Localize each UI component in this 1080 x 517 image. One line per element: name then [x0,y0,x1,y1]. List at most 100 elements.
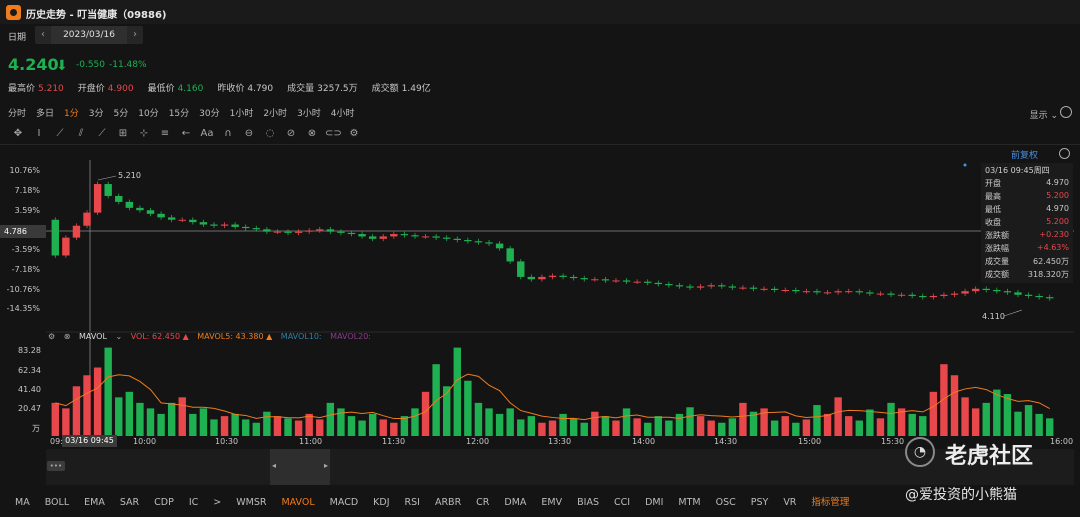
volume-bar [474,402,483,436]
volume-bar [72,386,81,436]
measure-icon[interactable]: ⊞ [115,127,131,141]
display-menu[interactable]: 显示 ⌄ [1030,108,1058,121]
indicator-tab[interactable]: WMSR [236,497,266,508]
tab-period[interactable]: 2小时 [263,106,287,119]
indicator-tab[interactable]: DMA [504,497,526,508]
volume-bar [390,422,398,436]
chevron-down-icon[interactable]: ⌄ [115,332,122,341]
indicator-tab[interactable]: MAVOL [281,497,314,508]
volume-bar [940,364,948,436]
indicator-tab[interactable]: SAR [120,497,139,508]
lock-icon[interactable]: ⊖ [241,127,257,141]
settings-icon[interactable]: ⚙ [346,127,362,141]
settings-small-icon[interactable]: ⚙ [48,332,55,341]
candle-body [644,281,652,283]
candle-body [252,228,260,230]
indicator-tab[interactable]: MA [15,497,30,508]
tab-period[interactable]: 3分 [89,106,104,119]
chevron-left-icon[interactable]: ‹ [35,26,51,44]
volume-bar [538,422,546,436]
candle-body [443,237,451,239]
info-label: 最低 [985,205,1001,214]
candle-body [580,278,588,280]
app-logo-icon [6,5,21,20]
delete-icon[interactable]: ⊗ [304,127,320,141]
indicator-tab[interactable]: EMV [541,497,562,508]
date-value[interactable]: 2023/03/16 [51,26,127,44]
chevron-right-icon[interactable]: › [127,26,143,44]
volume-bar [305,413,313,436]
tab-period[interactable]: 10分 [138,106,158,119]
navigator-window[interactable]: ◂ ▸ [270,449,330,485]
tab-period[interactable]: 1小时 [230,106,254,119]
parallel-icon[interactable]: ⫽ [73,127,89,141]
volume-indicator-name[interactable]: MAVOL [79,332,107,341]
settings-icon[interactable] [1060,106,1072,118]
drag-left-icon[interactable]: ◂ [272,461,276,470]
fib-icon[interactable]: ≡ [157,127,173,141]
candle-body [908,294,916,296]
stat-label: 成交量 [287,84,315,94]
drag-right-icon[interactable]: ▸ [324,461,328,470]
candle-body [506,248,514,262]
link-icon[interactable]: ⊂⊃ [325,127,342,141]
volume-bar [591,411,599,436]
stat-value: 1.49亿 [401,84,431,94]
tab-period[interactable]: 3小时 [297,106,321,119]
indicator-tab[interactable]: ARBR [435,497,461,508]
info-value: 318.320万 [1027,270,1069,279]
indicator-tab[interactable]: DMI [645,497,663,508]
indicator-tab[interactable]: BOLL [45,497,69,508]
indicator-tab[interactable]: > [213,497,221,508]
tab-period[interactable]: 5分 [114,106,129,119]
tab-period[interactable]: 多日 [36,106,54,119]
indicator-tab[interactable]: MACD [330,497,358,508]
tab-period[interactable]: 分时 [8,106,26,119]
indicator-tab[interactable]: OSC [716,497,736,508]
indicator-tab[interactable]: VR [783,497,796,508]
move-icon[interactable]: ✥ [10,127,26,141]
indicator-tab[interactable]: CR [476,497,489,508]
hide-icon[interactable]: ⊘ [283,127,299,141]
indicator-tab[interactable]: CCI [614,497,630,508]
volume-bar [929,391,938,436]
time-label: 11:30 [382,437,406,446]
indicator-tab[interactable]: PSY [751,497,769,508]
tab-period[interactable]: 1分 [64,106,79,119]
tab-period[interactable]: 15分 [169,106,189,119]
stat-value: 4.900 [107,84,134,94]
volume-bar [527,416,536,436]
ruler-icon[interactable]: ⊹ [136,127,152,141]
event-dot [963,163,967,167]
date-picker[interactable]: ‹ 2023/03/16 › [35,26,143,44]
navigator-handle[interactable]: ••• [47,461,65,471]
tab-period[interactable]: 4小时 [331,106,355,119]
indicator-tab[interactable]: CDP [154,497,174,508]
pointer-icon[interactable]: I [31,127,47,141]
channel-icon[interactable]: ⟋ [94,127,110,141]
trend-line-icon[interactable]: ⟋ [52,127,68,141]
candle-body [728,286,737,288]
indicator-tab[interactable]: RSI [405,497,420,508]
indicator-tab[interactable]: BIAS [577,497,599,508]
magnet-icon[interactable]: ∩ [220,127,236,141]
volume-bar [136,402,144,436]
indicator-tab[interactable]: MTM [678,497,700,508]
indicator-tab[interactable]: EMA [84,497,105,508]
eraser-icon[interactable]: ◌ [262,127,278,141]
indicator-tab[interactable]: 指标管理 [811,494,849,508]
candle-body [305,230,313,232]
stat-label: 最低价 [147,84,175,94]
indicator-tab[interactable]: KDJ [373,497,389,508]
text-icon[interactable]: Aa [199,127,215,141]
indicator-tab[interactable]: IC [189,497,198,508]
volume-bar [1046,418,1054,436]
candle-body [845,291,853,293]
volume-bars-group [51,347,1054,436]
arrow-icon[interactable]: ← [178,127,194,141]
kline-chart[interactable]: 5.210 4.110 [0,150,1080,450]
tab-period[interactable]: 30分 [199,106,219,119]
volume-bar [834,397,842,436]
candle-body [199,222,208,225]
close-icon[interactable]: ⊗ [64,332,71,341]
